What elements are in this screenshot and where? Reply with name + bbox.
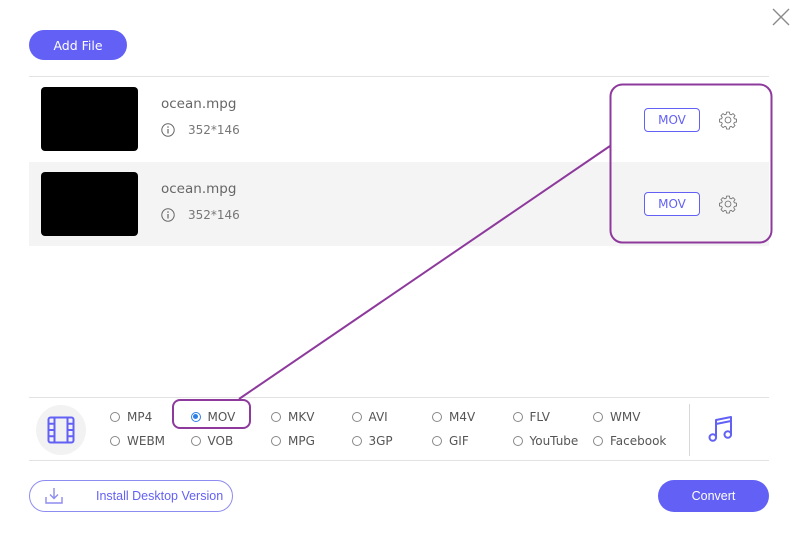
format-option-avi[interactable]: AVI xyxy=(351,408,433,425)
format-option-webm[interactable]: WEBM xyxy=(110,432,191,449)
video-thumbnail xyxy=(41,172,138,236)
radio[interactable] xyxy=(190,411,201,422)
format-option-3gp[interactable]: 3GP xyxy=(351,432,433,449)
video-formats-tab[interactable] xyxy=(36,405,86,455)
format-option-vob[interactable]: VOB xyxy=(190,432,272,449)
format-option-mp4[interactable]: MP4 xyxy=(110,408,191,425)
audio-formats-tab[interactable] xyxy=(706,413,736,445)
format-option-mpg[interactable]: MPG xyxy=(271,432,352,449)
radio[interactable] xyxy=(593,411,603,422)
file-name: ocean.mpg xyxy=(161,181,237,197)
format-option-wmv[interactable]: WMV xyxy=(593,408,674,425)
add-file-button[interactable]: Add File xyxy=(29,30,127,60)
radio[interactable] xyxy=(190,435,201,446)
radio[interactable] xyxy=(351,411,362,422)
download-icon xyxy=(44,487,64,505)
close-button[interactable] xyxy=(771,7,791,27)
file-info: 352*146 xyxy=(161,208,240,222)
file-row: ocean.mpg 352*146 MOV xyxy=(29,77,769,161)
radio[interactable] xyxy=(512,411,523,422)
format-option-gif[interactable]: GIF xyxy=(432,432,513,449)
format-option-mov[interactable]: MOV xyxy=(190,408,272,425)
film-icon xyxy=(47,416,75,444)
install-desktop-version-button[interactable]: Install Desktop Version xyxy=(29,480,233,512)
output-format-button[interactable]: MOV xyxy=(644,192,700,216)
format-selector-bar: MP4 MOV MKV AVI M4V FLV WMV WEBM VOB MPG… xyxy=(29,397,769,461)
radio[interactable] xyxy=(432,411,442,422)
radio[interactable] xyxy=(351,435,362,446)
file-row: ocean.mpg 352*146 MOV xyxy=(29,162,769,246)
divider xyxy=(689,404,690,456)
info-icon[interactable] xyxy=(161,208,175,222)
format-option-facebook[interactable]: Facebook xyxy=(593,432,674,449)
gear-icon xyxy=(719,195,737,214)
radio[interactable] xyxy=(271,435,281,446)
format-option-m4v[interactable]: M4V xyxy=(432,408,513,425)
format-option-flv[interactable]: FLV xyxy=(512,408,594,425)
settings-button[interactable] xyxy=(718,110,738,130)
format-option-mkv[interactable]: MKV xyxy=(271,408,352,425)
radio[interactable] xyxy=(512,435,523,446)
info-icon[interactable] xyxy=(161,123,175,137)
radio[interactable] xyxy=(110,411,120,422)
file-dimensions: 352*146 xyxy=(188,123,240,137)
output-format-button[interactable]: MOV xyxy=(644,108,700,132)
file-info: 352*146 xyxy=(161,123,240,137)
close-icon xyxy=(772,8,790,26)
radio[interactable] xyxy=(271,411,281,422)
file-dimensions: 352*146 xyxy=(188,208,240,222)
video-thumbnail xyxy=(41,87,138,151)
settings-button[interactable] xyxy=(718,194,738,214)
radio[interactable] xyxy=(593,435,603,446)
radio[interactable] xyxy=(110,435,120,446)
gear-icon xyxy=(719,111,737,130)
music-note-icon xyxy=(708,416,733,442)
convert-button[interactable]: Convert xyxy=(658,480,769,512)
format-options: MP4 MOV MKV AVI M4V FLV WMV WEBM VOB MPG… xyxy=(110,408,680,449)
format-option-youtube[interactable]: YouTube xyxy=(512,432,594,449)
install-label: Install Desktop Version xyxy=(96,489,224,503)
radio[interactable] xyxy=(432,435,442,446)
file-name: ocean.mpg xyxy=(161,96,237,112)
